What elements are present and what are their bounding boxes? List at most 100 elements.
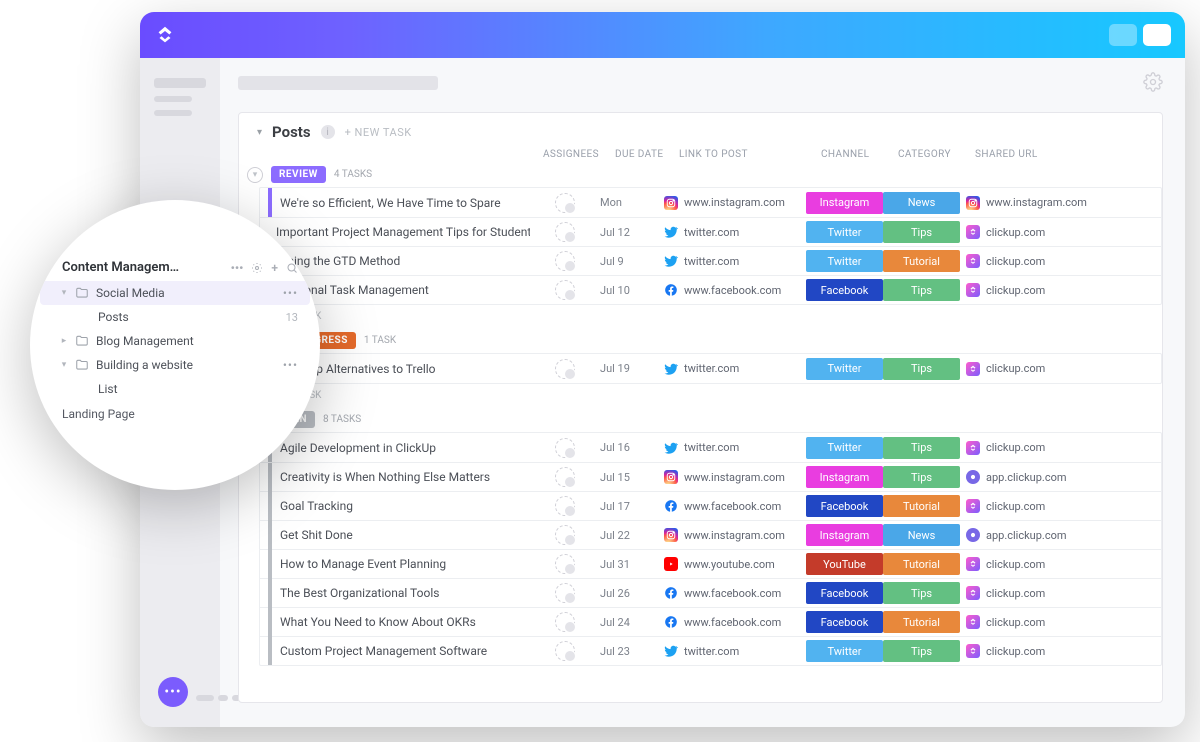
shared-url[interactable]: app.clickup.com [960, 528, 1100, 542]
shared-url[interactable]: clickup.com [960, 362, 1100, 376]
status-header[interactable]: ▾ IN PROGRESS 1 TASK [239, 330, 1162, 353]
assignee-placeholder[interactable] [555, 438, 575, 458]
link-to-post[interactable]: www.facebook.com [664, 283, 806, 297]
category-chip[interactable]: Tips [883, 221, 960, 243]
folder-row[interactable]: ▾Building a website••• [40, 353, 310, 377]
due-date[interactable]: Jul 17 [600, 500, 664, 513]
gear-icon[interactable] [1143, 72, 1163, 92]
task-row[interactable]: Personal Task Management Jul 10 www.face… [260, 275, 1161, 304]
category-chip[interactable]: Tips [883, 582, 960, 604]
list-row[interactable]: List [40, 377, 310, 401]
link-to-post[interactable]: www.instagram.com [664, 196, 806, 210]
channel-chip[interactable]: Instagram [806, 192, 883, 214]
task-row[interactable]: The Top Alternatives to Trello Jul 19 tw… [260, 354, 1161, 383]
due-date[interactable]: Jul 19 [600, 362, 664, 375]
space-settings-icon[interactable] [251, 262, 263, 274]
due-date[interactable]: Jul 26 [600, 587, 664, 600]
channel-chip[interactable]: Facebook [806, 582, 883, 604]
task-row[interactable]: Creativity is When Nothing Else Matters … [260, 462, 1161, 491]
space-more-icon[interactable]: ••• [231, 261, 244, 275]
channel-chip[interactable]: Twitter [806, 250, 883, 272]
folder-row[interactable]: ▸Blog Management [40, 329, 310, 353]
list-row[interactable]: Posts13 [40, 305, 310, 329]
landing-page-link[interactable]: Landing Page [40, 401, 310, 421]
col-channel[interactable]: CHANNEL [817, 149, 894, 160]
header-button-2[interactable] [1143, 24, 1171, 46]
shared-url[interactable]: clickup.com [960, 254, 1100, 268]
category-chip[interactable]: Tips [883, 279, 960, 301]
channel-chip[interactable]: Facebook [806, 495, 883, 517]
shared-url[interactable]: clickup.com [960, 283, 1100, 297]
category-chip[interactable]: Tutorial [883, 495, 960, 517]
due-date[interactable]: Mon [600, 196, 664, 209]
link-to-post[interactable]: twitter.com [664, 441, 806, 455]
shared-url[interactable]: clickup.com [960, 499, 1100, 513]
more-icon[interactable]: ••• [283, 358, 298, 372]
channel-chip[interactable]: Facebook [806, 279, 883, 301]
category-chip[interactable]: Tutorial [883, 611, 960, 633]
assignee-placeholder[interactable] [555, 612, 575, 632]
channel-chip[interactable]: Twitter [806, 640, 883, 662]
category-chip[interactable]: News [883, 524, 960, 546]
shared-url[interactable]: clickup.com [960, 586, 1100, 600]
shared-url[interactable]: clickup.com [960, 225, 1100, 239]
assignee-placeholder[interactable] [555, 222, 575, 242]
col-category[interactable]: CATEGORY [894, 149, 971, 160]
due-date[interactable]: Jul 23 [600, 645, 664, 658]
assignee-placeholder[interactable] [555, 359, 575, 379]
task-row[interactable]: Agile Development in ClickUp Jul 16 twit… [260, 433, 1161, 462]
category-chip[interactable]: Tips [883, 437, 960, 459]
due-date[interactable]: Jul 24 [600, 616, 664, 629]
shared-url[interactable]: www.instagram.com [960, 196, 1100, 210]
new-task-button[interactable]: + NEW TASK [345, 126, 412, 139]
group-toggle-icon[interactable]: ▾ [247, 167, 263, 183]
link-to-post[interactable]: www.instagram.com [664, 528, 806, 542]
due-date[interactable]: Jul 15 [600, 471, 664, 484]
channel-chip[interactable]: Twitter [806, 358, 883, 380]
assignee-placeholder[interactable] [555, 251, 575, 271]
header-button-1[interactable] [1109, 24, 1137, 46]
due-date[interactable]: Jul 12 [600, 226, 664, 239]
list-name[interactable]: Posts [272, 123, 311, 141]
link-to-post[interactable]: www.youtube.com [664, 557, 806, 571]
link-to-post[interactable]: twitter.com [664, 225, 806, 239]
category-chip[interactable]: Tutorial [883, 553, 960, 575]
add-task-button[interactable]: + ADD TASK [239, 305, 1162, 328]
channel-chip[interactable]: Twitter [806, 221, 883, 243]
shared-url[interactable]: clickup.com [960, 557, 1100, 571]
assignee-placeholder[interactable] [555, 525, 575, 545]
task-row[interactable]: The Best Organizational Tools Jul 26 www… [260, 578, 1161, 607]
space-add-icon[interactable]: + [271, 261, 278, 275]
channel-chip[interactable]: Instagram [806, 466, 883, 488]
assignee-placeholder[interactable] [555, 496, 575, 516]
assignee-placeholder[interactable] [555, 641, 575, 661]
col-due[interactable]: DUE DATE [611, 149, 675, 160]
due-date[interactable]: Jul 31 [600, 558, 664, 571]
shared-url[interactable]: clickup.com [960, 644, 1100, 658]
task-row[interactable]: Get Shit Done Jul 22 www.instagram.com I… [260, 520, 1161, 549]
link-to-post[interactable]: www.instagram.com [664, 470, 806, 484]
status-header[interactable]: ▾ REVIEW 4 TASKS [239, 164, 1162, 187]
channel-chip[interactable]: Twitter [806, 437, 883, 459]
category-chip[interactable]: News [883, 192, 960, 214]
link-to-post[interactable]: www.facebook.com [664, 499, 806, 513]
channel-chip[interactable]: YouTube [806, 553, 883, 575]
task-row[interactable]: What You Need to Know About OKRs Jul 24 … [260, 607, 1161, 636]
category-chip[interactable]: Tips [883, 640, 960, 662]
task-row[interactable]: Goal Tracking Jul 17 www.facebook.com Fa… [260, 491, 1161, 520]
link-to-post[interactable]: www.facebook.com [664, 586, 806, 600]
folder-row[interactable]: ▾Social Media••• [40, 281, 310, 305]
assignee-placeholder[interactable] [555, 467, 575, 487]
link-to-post[interactable]: www.facebook.com [664, 615, 806, 629]
assignee-placeholder[interactable] [555, 193, 575, 213]
channel-chip[interactable]: Facebook [806, 611, 883, 633]
add-task-button[interactable]: + ADD TASK [239, 384, 1162, 407]
shared-url[interactable]: app.clickup.com [960, 470, 1100, 484]
task-row[interactable]: We're so Efficient, We Have Time to Spar… [260, 188, 1161, 217]
due-date[interactable]: Jul 10 [600, 284, 664, 297]
task-row[interactable]: How to Manage Event Planning Jul 31 www.… [260, 549, 1161, 578]
col-link[interactable]: LINK TO POST [675, 149, 817, 160]
category-chip[interactable]: Tutorial [883, 250, 960, 272]
task-row[interactable]: Important Project Management Tips for St… [260, 217, 1161, 246]
due-date[interactable]: Jul 16 [600, 441, 664, 454]
